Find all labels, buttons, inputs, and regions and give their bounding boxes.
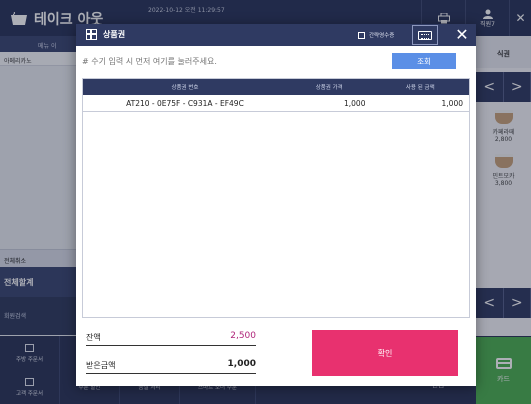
col-used-amount: 사용 된 금액 xyxy=(405,85,435,91)
dialog-header: 상품권 간략영수증 ✕ xyxy=(76,24,476,46)
table-header: 상품권 번호 상품권 가격 사용 된 금액 xyxy=(83,79,469,95)
close-icon: ✕ xyxy=(455,25,469,44)
voucher-table: 상품권 번호 상품권 가격 사용 된 금액 AT210 - 0E75F - C9… xyxy=(82,78,470,318)
simple-receipt-checkbox[interactable] xyxy=(358,31,365,39)
search-button[interactable]: 조회 xyxy=(392,53,456,69)
keyboard-button[interactable] xyxy=(412,25,438,45)
voucher-price-cell: 1,000 xyxy=(344,98,366,108)
balance-value: 2,500 xyxy=(230,331,256,341)
balance-label: 잔액 xyxy=(86,333,101,342)
dialog-title: 상품권 xyxy=(86,29,125,40)
used-amount-cell: 1,000 xyxy=(441,98,463,108)
balance-underline xyxy=(86,345,256,346)
simple-receipt-toggle[interactable]: 간략영수증 xyxy=(358,31,394,39)
gift-icon xyxy=(86,29,97,40)
received-underline xyxy=(86,373,256,374)
table-row[interactable]: AT210 - 0E75F - C931A - EF49C 1,000 1,00… xyxy=(83,95,469,112)
simple-receipt-label: 간략영수증 xyxy=(369,33,395,39)
voucher-number-input[interactable] xyxy=(82,52,382,70)
received-value: 1,000 xyxy=(227,359,256,369)
voucher-input-row: 조회 xyxy=(76,46,476,76)
dialog-title-text: 상품권 xyxy=(103,30,126,39)
confirm-button[interactable]: 확인 xyxy=(312,330,458,376)
col-voucher-price: 상품권 가격 xyxy=(315,85,343,91)
voucher-number-cell: AT210 - 0E75F - C931A - EF49C xyxy=(126,98,244,108)
dialog-close-button[interactable]: ✕ xyxy=(448,24,476,46)
payment-summary: 잔액 2,500 받은금액 1,000 확인 xyxy=(76,320,476,386)
received-label: 받은금액 xyxy=(86,361,116,370)
gift-certificate-dialog: 상품권 간략영수증 ✕ 조회 상품권 번호 상품권 가격 사용 된 금액 AT2… xyxy=(76,24,476,386)
keyboard-icon xyxy=(418,30,432,40)
col-voucher-number: 상품권 번호 xyxy=(171,85,199,91)
